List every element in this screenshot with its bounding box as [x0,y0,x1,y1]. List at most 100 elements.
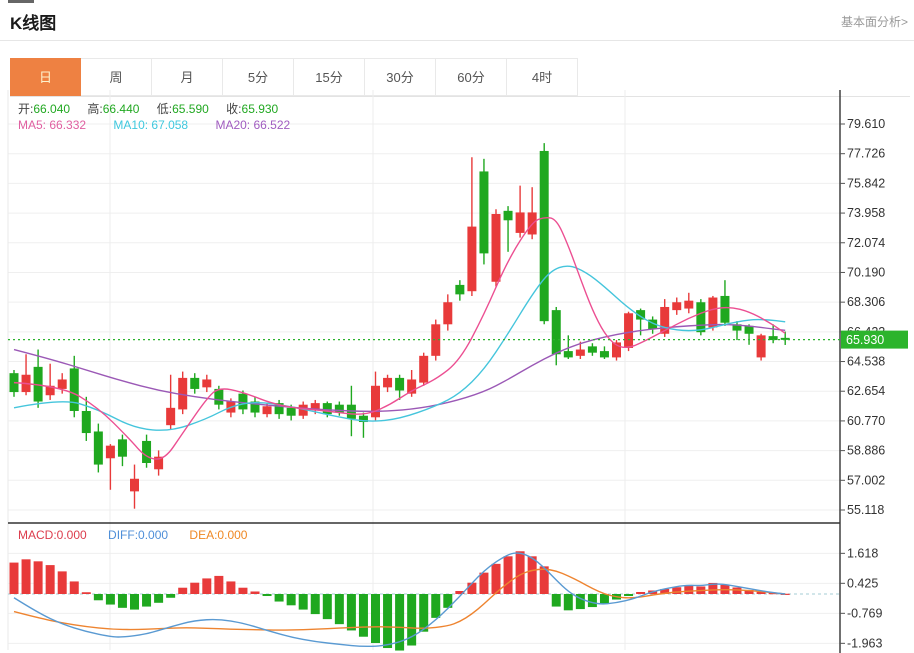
price-axis-label: 79.610 [847,117,885,131]
close-value: 65.930 [242,102,279,116]
candle-body [504,211,513,220]
candle-body [588,346,597,352]
macd-bar [299,594,308,610]
macd-bar [10,563,19,594]
macd-axis-label: -1.963 [847,636,882,650]
macd-bar [467,583,476,594]
macd-value: MACD:0.000 [18,528,87,542]
macd-bar [335,594,344,624]
low-label: 低: [157,102,172,116]
kline-chart[interactable]: 79.61077.72675.84273.95872.07470.19068.3… [0,0,914,653]
ma10-line [14,266,785,430]
candle-body [696,302,705,332]
macd-bar [166,594,175,598]
low-value: 65.590 [172,102,209,116]
macd-bar [22,559,31,594]
macd-bar [287,594,296,605]
macd-bar [34,561,43,594]
candle-body [287,408,296,416]
ohlc-legend: 开:66.040 高:66.440 低:65.590 收:65.930 [18,100,292,117]
price-axis-label: 73.958 [847,206,885,220]
macd-bar [82,592,91,594]
ma10-value: MA10: 67.058 [113,118,188,132]
macd-bar [263,594,272,596]
candle-body [540,151,549,321]
ma5-line [14,218,785,459]
macd-bar [251,591,260,594]
price-axis-label: 58.886 [847,444,885,458]
macd-legend: MACD:0.000 DIFF:0.000 DEA:0.000 [18,528,247,542]
ma-legend: MA5: 66.332 MA10: 67.058 MA20: 66.522 [18,118,290,132]
macd-bar [118,594,127,608]
macd-bar [202,578,211,594]
price-axis-label: 70.190 [847,265,885,279]
candle-body [58,379,67,388]
candle-body [395,378,404,391]
macd-bar [588,594,597,607]
current-price-badge-text: 65.930 [846,333,884,347]
candle-body [564,351,573,357]
macd-bar [190,583,199,594]
open-value: 66.040 [33,102,70,116]
macd-bar [154,594,163,603]
candle-body [455,285,464,294]
macd-bar [70,581,79,594]
candle-body [130,479,139,492]
macd-axis-label: -0.769 [847,606,882,620]
macd-bar [684,586,693,594]
candle-body [263,406,272,414]
candle-body [166,408,175,425]
candle-body [94,431,103,464]
price-axis-label: 62.654 [847,384,885,398]
candle-body [492,214,501,282]
open-label: 开: [18,102,33,116]
candle-body [624,313,633,348]
candle-body [238,394,247,410]
price-axis-label: 57.002 [847,473,885,487]
price-axis-label: 64.538 [847,355,885,369]
macd-bar [46,565,55,594]
candle-body [419,356,428,383]
candle-body [720,296,729,323]
candle-body [516,212,525,232]
ma20-value: MA20: 66.522 [215,118,290,132]
macd-bar [58,571,67,594]
macd-bar [347,594,356,630]
macd-bar [636,592,645,594]
macd-bar [323,594,332,619]
macd-bar [431,594,440,618]
dea-value: DEA:0.000 [189,528,247,542]
price-axis-label: 75.842 [847,176,885,190]
candle-body [335,405,344,413]
candle-body [684,301,693,309]
macd-bar [528,556,537,594]
macd-bar [130,594,139,610]
candle-body [672,302,681,310]
diff-value: DIFF:0.000 [108,528,168,542]
macd-bar [552,594,561,607]
macd-bar [359,594,368,637]
macd-bar [383,594,392,648]
macd-bar [178,588,187,594]
macd-bar [275,594,284,602]
candle-body [82,411,91,433]
candle-body [467,227,476,292]
price-axis-label: 60.770 [847,414,885,428]
candle-body [190,378,199,389]
macd-bar [504,556,513,594]
kline-page: { "header": { "title": "K线图", "link": "基… [0,0,914,653]
macd-axis-label: 1.618 [847,546,878,560]
macd-bar [311,594,320,614]
candle-body [70,368,79,411]
macd-bar [214,576,223,594]
candle-body [142,441,151,463]
macd-bar [106,594,115,605]
macd-bar [479,573,488,594]
macd-bar [238,588,247,594]
macd-bar [624,594,633,596]
candle-body [552,310,561,354]
candle-body [708,298,717,328]
macd-bar [371,594,380,643]
candle-body [323,403,332,414]
price-axis-label: 68.306 [847,295,885,309]
